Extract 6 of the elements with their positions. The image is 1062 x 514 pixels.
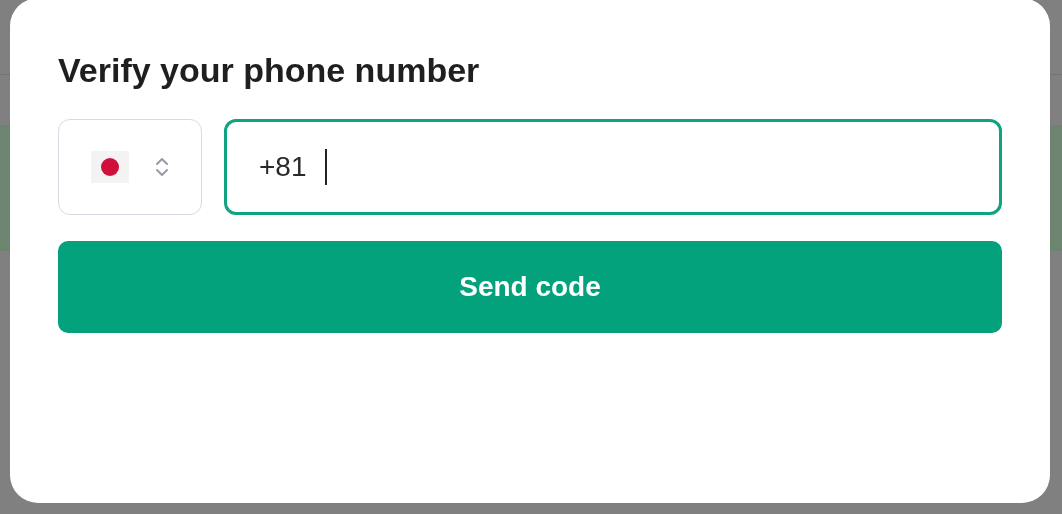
flag-icon: [91, 151, 129, 183]
phone-input-field[interactable]: +81: [224, 119, 1002, 215]
dialog-title: Verify your phone number: [58, 50, 480, 91]
chevron-up-down-icon: [155, 155, 169, 179]
country-select[interactable]: [58, 119, 202, 215]
phone-value: +81: [259, 150, 307, 184]
